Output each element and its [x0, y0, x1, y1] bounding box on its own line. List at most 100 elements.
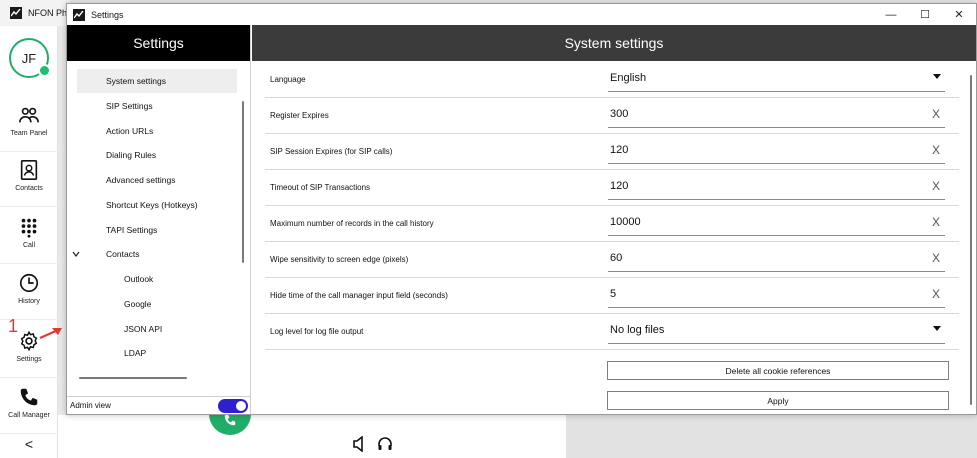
input-value: 300 — [610, 108, 629, 120]
nav-label-settings: Settings — [16, 356, 42, 363]
nav-history[interactable]: History — [0, 266, 58, 320]
headset-icon[interactable] — [377, 436, 393, 452]
nav-call-manager[interactable]: Call Manager — [0, 380, 58, 434]
admin-view-bar: Admin view — [67, 397, 251, 414]
phone-icon — [20, 388, 38, 406]
clear-icon[interactable]: X — [932, 251, 940, 265]
nfon-titlebar: NFON Pho — [0, 0, 70, 26]
input-value: 10000 — [610, 216, 641, 228]
close-button[interactable]: ✕ — [942, 4, 976, 25]
window-title: Settings — [91, 9, 124, 20]
settings-nav-panel: Settings System settings SIP Settings Ac… — [67, 25, 251, 414]
background-area — [566, 415, 977, 458]
settings-vertical-scrollbar[interactable] — [970, 75, 972, 405]
input-value: 120 — [610, 180, 629, 192]
history-icon — [19, 273, 39, 293]
settings-window: Settings — ☐ ✕ Settings System settings … — [66, 3, 977, 415]
nav-label-history: History — [18, 298, 40, 305]
annotation-arrow — [39, 328, 62, 340]
nav-team-panel[interactable]: Team Panel — [0, 98, 58, 152]
nav-call[interactable]: Call — [0, 210, 58, 264]
clear-icon[interactable]: X — [932, 179, 940, 193]
setting-label: Maximum number of records in the call hi… — [270, 219, 434, 228]
setting-row-log-level: Log level for log file output No log fil… — [265, 314, 959, 350]
nav-label-call: Call — [22, 242, 36, 249]
team-icon — [19, 107, 39, 123]
nfon-sidebar: JF Team Panel Contacts Call History Sett… — [0, 26, 58, 458]
select-value: English — [610, 72, 647, 84]
nfon-logo-icon — [10, 7, 22, 19]
window-controls: — ☐ ✕ — [874, 4, 976, 25]
setting-row-language: Language English — [265, 62, 959, 98]
input-value: 5 — [610, 288, 617, 300]
settings-nav-list: System settings SIP Settings Action URLs… — [67, 61, 251, 397]
system-settings-panel: System settings Language English Registe… — [252, 25, 976, 414]
nav-label-team-panel: Team Panel — [10, 130, 48, 137]
nav-label-contacts: Contacts — [15, 185, 43, 192]
call-history-max-input[interactable]: 10000 X — [608, 209, 945, 236]
minimize-button[interactable]: — — [874, 4, 908, 25]
nav-item-ldap[interactable]: LDAP — [124, 341, 146, 365]
delete-cookies-button[interactable]: Delete all cookie references — [607, 361, 949, 380]
settings-titlebar: Settings — ☐ ✕ — [67, 4, 976, 25]
dialpad-icon — [21, 218, 37, 238]
admin-view-toggle[interactable] — [218, 399, 248, 413]
settings-nav-header: Settings — [67, 25, 250, 61]
nav-item-action-urls[interactable]: Action URLs — [106, 119, 153, 143]
nav-item-json-api[interactable]: JSON API — [124, 317, 162, 341]
sip-timeout-input[interactable]: 120 X — [608, 173, 945, 200]
register-expires-input[interactable]: 300 X — [608, 101, 945, 128]
wipe-sensitivity-input[interactable]: 60 X — [608, 245, 945, 272]
nav-item-dialing-rules[interactable]: Dialing Rules — [106, 143, 156, 167]
setting-label: Timeout of SIP Transactions — [270, 183, 371, 192]
input-value: 60 — [610, 252, 623, 264]
dropdown-caret-icon — [933, 74, 941, 79]
nav-item-sip-settings[interactable]: SIP Settings — [106, 94, 153, 118]
gear-icon — [20, 330, 38, 352]
setting-label: Language — [270, 75, 306, 84]
clear-icon[interactable]: X — [932, 143, 940, 157]
presence-status-icon — [38, 64, 51, 77]
nav-item-google[interactable]: Google — [124, 292, 151, 316]
call-bar — [58, 415, 566, 458]
toggle-knob — [236, 401, 246, 411]
clear-icon[interactable]: X — [932, 215, 940, 229]
setting-row-wipe-sensitivity: Wipe sensitivity to screen edge (pixels)… — [265, 242, 959, 278]
chevron-down-icon[interactable] — [72, 251, 80, 257]
maximize-button[interactable]: ☐ — [908, 4, 942, 25]
nav-label-call-manager: Call Manager — [8, 412, 50, 419]
hide-time-input[interactable]: 5X — [608, 281, 945, 308]
setting-row-register-expires: Register Expires 300 X — [265, 98, 959, 134]
language-select[interactable]: English — [608, 65, 945, 92]
app-logo-icon — [73, 8, 85, 21]
nav-horizontal-scrollbar[interactable] — [79, 377, 187, 379]
nav-item-contacts[interactable]: Contacts — [106, 242, 140, 266]
log-level-select[interactable]: No log files — [608, 317, 945, 344]
clear-icon[interactable]: X — [932, 287, 940, 301]
select-value: No log files — [610, 324, 665, 336]
nav-item-system-settings[interactable]: System settings — [77, 69, 237, 93]
back-button[interactable]: < — [0, 429, 58, 458]
nav-item-advanced-settings[interactable]: Advanced settings — [106, 168, 175, 192]
nav-contacts[interactable]: Contacts — [0, 153, 58, 207]
annotation-1: 1 — [8, 316, 19, 336]
system-settings-header: System settings — [252, 25, 976, 61]
input-value: 120 — [610, 144, 629, 156]
nav-item-outlook[interactable]: Outlook — [124, 267, 153, 291]
contacts-icon — [20, 160, 38, 180]
sip-session-expires-input[interactable]: 120 X — [608, 137, 945, 164]
setting-label: Log level for log file output — [270, 327, 364, 336]
setting-row-call-history-max: Maximum number of records in the call hi… — [265, 206, 959, 242]
nav-item-shortcut-keys[interactable]: Shortcut Keys (Hotkeys) — [106, 193, 198, 217]
clear-icon[interactable]: X — [932, 107, 940, 121]
nav-vertical-scrollbar[interactable] — [242, 101, 244, 263]
nav-item-tapi-settings[interactable]: TAPI Settings — [106, 218, 157, 242]
speaker-icon[interactable] — [352, 436, 366, 452]
dropdown-caret-icon — [933, 326, 941, 331]
avatar-initials: JF — [21, 50, 37, 66]
setting-label: SIP Session Expires (for SIP calls) — [270, 147, 393, 156]
setting-row-sip-timeout: Timeout of SIP Transactions 120 X — [265, 170, 959, 206]
setting-label: Register Expires — [270, 111, 329, 120]
apply-button[interactable]: Apply — [607, 391, 949, 410]
phone-icon — [224, 414, 236, 426]
